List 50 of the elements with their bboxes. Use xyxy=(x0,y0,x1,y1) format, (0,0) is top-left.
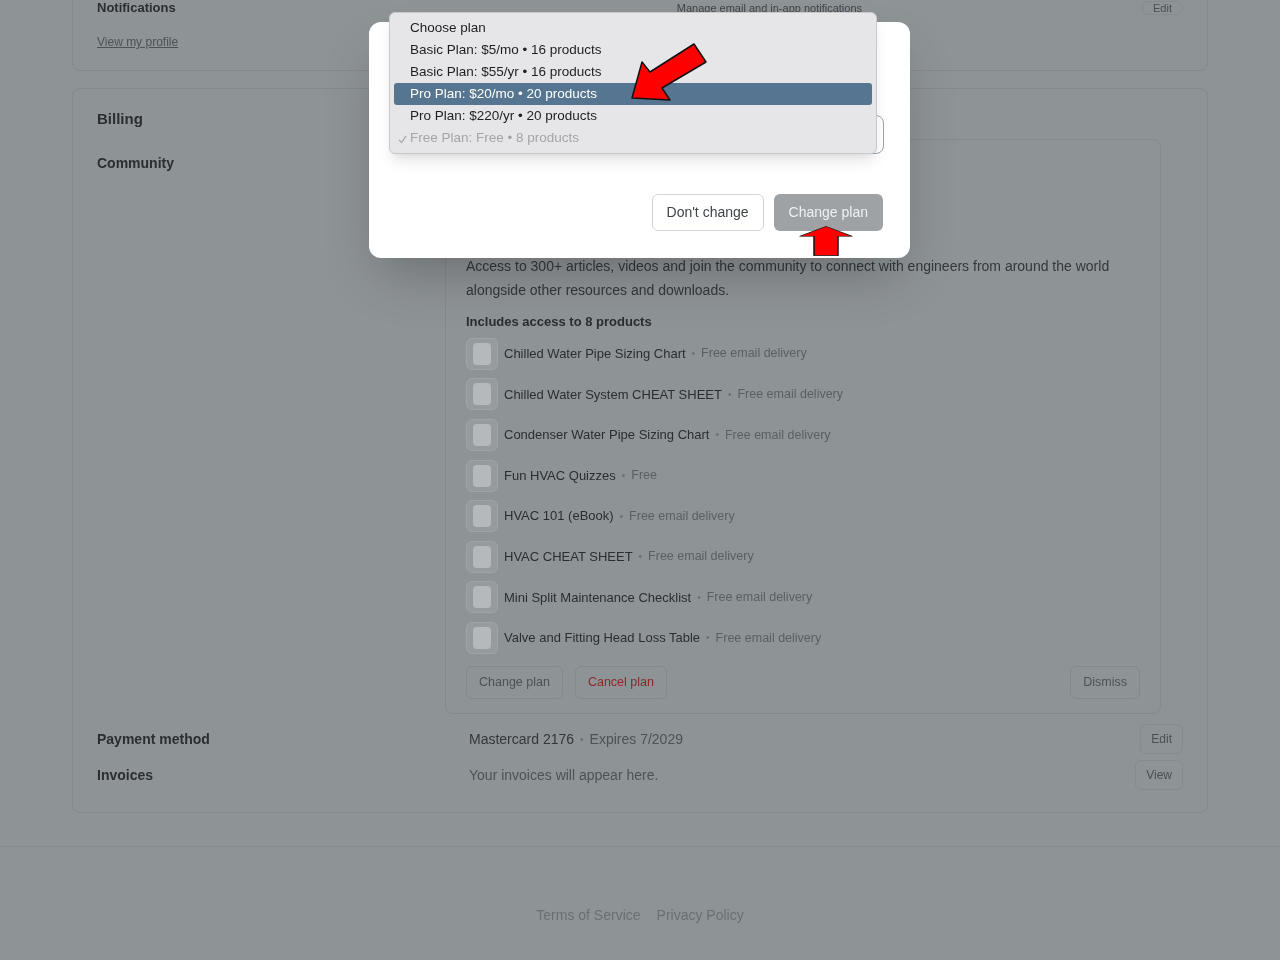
plan-label: Community xyxy=(97,154,175,173)
cancel-plan-button[interactable]: Cancel plan xyxy=(574,666,667,699)
edit-button[interactable]: Edit xyxy=(1142,1,1183,15)
separator-dot: • xyxy=(727,387,732,402)
profile-link[interactable]: View my profile xyxy=(97,33,179,51)
view-button[interactable]: View xyxy=(1135,760,1183,790)
card-expiry: Expires 7/2029 xyxy=(589,729,683,749)
dropdown-option[interactable]: Pro Plan: $20/mo • 20 products xyxy=(394,83,872,105)
product-thumbnail xyxy=(466,621,498,654)
product-name: Chilled Water Pipe Sizing Chart xyxy=(504,345,686,364)
dropdown-option[interactable]: Basic Plan: $55/yr • 16 products xyxy=(394,61,872,83)
plan-description: Access to 300+ articles, videos and join the community to connect with engineers from around the world alongside other resources and downloads. xyxy=(466,257,1111,300)
dropdown-option[interactable]: Basic Plan: $5/mo • 16 products xyxy=(394,39,872,61)
invoices-text: Your invoices will appear here. xyxy=(469,765,659,785)
edit-button[interactable]: Edit xyxy=(1140,724,1183,754)
product-name: Valve and Fitting Head Loss Table xyxy=(504,629,701,648)
product-name: HVAC 101 (eBook) xyxy=(504,507,614,526)
separator-dot: • xyxy=(621,469,626,484)
product-name: Chilled Water System CHEAT SHEET xyxy=(504,385,722,404)
dropdown-option[interactable]: Choose plan xyxy=(394,17,872,39)
dismiss-button[interactable]: Dismiss xyxy=(1070,666,1140,699)
product-name: Mini Split Maintenance Checklist xyxy=(504,588,692,607)
product-thumbnail xyxy=(466,378,498,411)
product-thumbnail xyxy=(466,419,498,451)
separator-dot: • xyxy=(580,732,584,747)
dont-change-button[interactable]: Don't change xyxy=(651,194,764,231)
products-heading: Includes access to 8 products xyxy=(466,313,653,331)
change-plan-button[interactable]: Change plan xyxy=(466,666,563,699)
product-thumbnail xyxy=(466,500,498,533)
dropdown-option[interactable]: Pro Plan: $220/yr • 20 products xyxy=(394,105,872,127)
separator-dot: • xyxy=(638,550,643,565)
separator-dot: • xyxy=(619,509,624,524)
dropdown-option: Free Plan: Free • 8 products xyxy=(394,127,872,149)
product-name: Fun HVAC Quizzes xyxy=(504,466,616,485)
product-name: Condenser Water Pipe Sizing Chart xyxy=(504,426,710,445)
pointer-arrow xyxy=(799,226,853,256)
card-info: Mastercard 2176 xyxy=(469,729,575,749)
separator-dot: • xyxy=(715,428,719,443)
product-thumbnail xyxy=(466,540,498,573)
row-label: Invoices xyxy=(97,767,154,783)
row-label: Payment method xyxy=(97,731,210,747)
product-thumbnail xyxy=(466,337,498,370)
separator-dot: • xyxy=(706,631,710,646)
product-thumbnail xyxy=(466,581,498,614)
section-title: Notifications xyxy=(97,1,176,14)
separator-dot: • xyxy=(697,590,701,605)
separator-dot: • xyxy=(691,347,696,362)
product-name: HVAC CHEAT SHEET xyxy=(504,548,633,566)
section-title: Billing xyxy=(97,109,143,129)
product-thumbnail xyxy=(466,459,498,492)
